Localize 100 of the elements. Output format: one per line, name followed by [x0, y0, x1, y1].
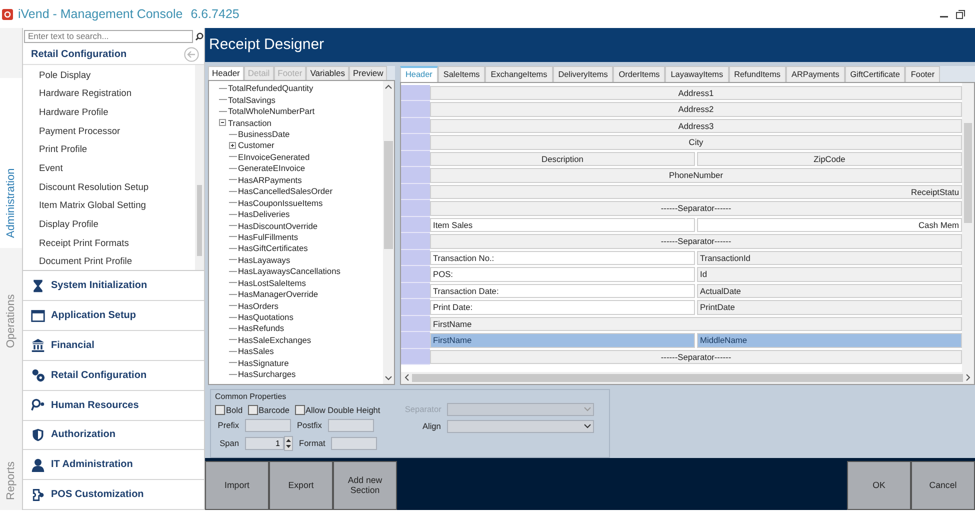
row-header[interactable] [401, 299, 430, 316]
tree-item[interactable]: HasSaleExchanges [238, 334, 312, 345]
input-field[interactable] [328, 418, 374, 432]
dropdown[interactable] [446, 420, 594, 433]
collapse-icon[interactable] [219, 119, 226, 126]
tree-item[interactable]: HasSignature [238, 358, 289, 368]
tab[interactable]: DeliveryItems [552, 66, 614, 82]
chevron-down-icon[interactable] [385, 376, 392, 381]
scrollbar[interactable] [383, 80, 394, 384]
tree-item[interactable]: HasLayaways [238, 254, 290, 265]
tab[interactable]: OrderItems [613, 66, 666, 82]
field-cell[interactable]: ------Separator------ [430, 350, 962, 364]
row-header[interactable] [401, 167, 430, 184]
field-cell[interactable]: FirstName [430, 333, 695, 348]
tree-item[interactable]: HasManagerOverride [238, 289, 318, 300]
tree-item[interactable]: HasDeliveries [238, 209, 290, 220]
tree-item[interactable]: HasSurcharges [238, 369, 296, 380]
row-header[interactable] [401, 134, 430, 151]
scrollbar[interactable] [962, 82, 974, 372]
row-header[interactable] [401, 266, 430, 283]
field-cell[interactable]: ------Separator------ [430, 201, 962, 216]
text-cell[interactable]: Print Date: [430, 300, 695, 315]
field-cell[interactable]: MiddleName [697, 333, 962, 348]
tab[interactable]: Footer [905, 66, 940, 82]
tab[interactable]: ExchangeItems [485, 66, 553, 82]
tree-item[interactable]: HasDiscountOverride [238, 220, 318, 231]
nav-group[interactable]: Authorization [23, 420, 204, 450]
tree-item[interactable]: HasSales [238, 346, 274, 356]
menu-item[interactable]: Hardware Registration [39, 88, 132, 98]
nav-group[interactable]: Financial [23, 331, 204, 361]
field-cell[interactable]: Id [697, 267, 962, 282]
input-field[interactable] [331, 436, 378, 450]
row-header[interactable] [401, 282, 430, 300]
tab[interactable]: Preview [349, 66, 388, 80]
field-cell[interactable]: City [430, 135, 962, 150]
tree-item[interactable]: TotalSavings [228, 94, 276, 105]
action-button[interactable]: Export [269, 460, 333, 510]
nav-group[interactable]: POS Customization [23, 480, 204, 510]
field-cell[interactable]: Address3 [430, 118, 962, 134]
tree-item[interactable]: EInvoiceGenerated [238, 152, 310, 162]
tree-item[interactable]: HasCouponIssueItems [238, 198, 323, 208]
expand-icon[interactable] [229, 142, 236, 149]
input-field[interactable]: 1 [245, 436, 284, 450]
menu-item[interactable]: Item Matrix Global Setting [39, 200, 146, 210]
tree-item[interactable]: TotalRefundedQuantity [228, 83, 314, 94]
tab[interactable]: ARPayments [786, 66, 845, 82]
tab[interactable]: LayawayItems [665, 66, 729, 82]
field-cell[interactable]: ActualDate [697, 284, 962, 298]
row-header[interactable] [401, 150, 430, 168]
tree-item[interactable]: HasLayawaysCancellations [238, 266, 340, 276]
tab[interactable]: Variables [306, 66, 350, 80]
tree-item[interactable]: HasRefunds [238, 323, 284, 334]
scrollbar[interactable] [195, 65, 204, 270]
row-header[interactable] [401, 84, 430, 102]
field-cell[interactable]: ReceiptStatu [430, 184, 962, 200]
text-cell[interactable]: Transaction Date: [430, 284, 695, 298]
menu-item[interactable]: Receipt Print Formats [39, 238, 129, 248]
tree-item[interactable]: GenerateEInvoice [238, 163, 306, 174]
search-field[interactable]: Enter text to search... [24, 30, 193, 43]
tree-item[interactable]: HasQuotations [238, 312, 294, 322]
menu-item[interactable]: Event [39, 162, 63, 173]
checkbox[interactable] [294, 404, 305, 415]
scrollbar[interactable] [401, 372, 974, 384]
row-header[interactable] [401, 101, 430, 118]
action-button[interactable]: OK [847, 460, 911, 510]
tab[interactable]: Header [400, 66, 438, 82]
tree-item[interactable]: HasFulFillments [238, 232, 298, 242]
tab[interactable]: RefundItems [728, 66, 786, 82]
row-header[interactable] [401, 332, 430, 349]
nav-group[interactable]: IT Administration [23, 450, 204, 480]
tree-item[interactable]: HasOrders [238, 300, 278, 311]
action-button[interactable]: Import [205, 460, 269, 510]
row-header[interactable] [401, 233, 430, 250]
menu-item[interactable]: Discount Resolution Setup [39, 182, 149, 192]
tree-item[interactable]: BusinessDate [238, 129, 290, 140]
menu-item[interactable]: Pole Display [39, 70, 91, 80]
row-header[interactable] [401, 250, 430, 266]
nav-group[interactable]: Human Resources [23, 390, 204, 421]
field-cell[interactable]: Address2 [430, 102, 962, 117]
row-header[interactable] [401, 118, 430, 134]
field-cell[interactable]: PrintDate [697, 300, 962, 315]
restore-icon[interactable] [956, 10, 965, 18]
field-cell[interactable]: ZipCode [697, 152, 962, 166]
field-cell[interactable]: Description [430, 152, 695, 166]
text-cell[interactable]: Item Sales [430, 218, 695, 232]
tree-item[interactable]: HasARPayments [238, 174, 302, 185]
field-cell[interactable]: Address1 [430, 86, 962, 100]
row-header[interactable] [401, 316, 430, 332]
field-cell[interactable]: PhoneNumber [430, 168, 962, 183]
tab[interactable]: Header [208, 66, 244, 80]
menu-item[interactable]: Print Profile [39, 144, 88, 154]
tree-item[interactable]: Customer [238, 140, 274, 150]
chevron-right-icon[interactable] [966, 374, 971, 382]
tab[interactable]: GiftCertificate [844, 66, 906, 82]
action-button[interactable]: Add new Section [333, 460, 397, 510]
menu-item[interactable]: Hardware Profile [39, 107, 108, 118]
action-button[interactable]: Cancel [911, 460, 975, 510]
chevron-left-icon[interactable] [404, 374, 409, 382]
field-cell[interactable]: ------Separator------ [430, 234, 962, 249]
field-cell[interactable]: TransactionId [697, 250, 962, 266]
